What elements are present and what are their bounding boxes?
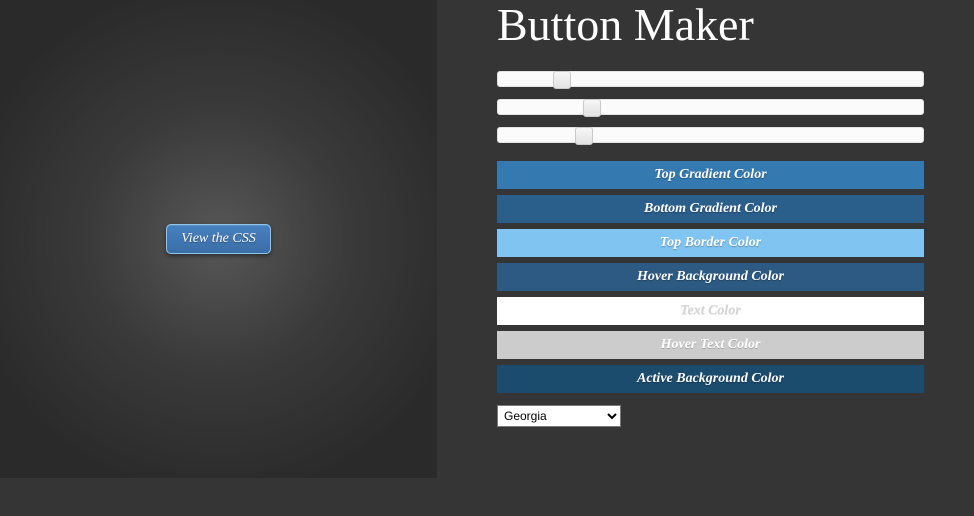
controls-pane: Button Maker Top Gradient Color Bottom G… [437, 0, 974, 516]
slider-3[interactable] [497, 127, 924, 143]
top-border-color-button[interactable]: Top Border Color [497, 229, 924, 257]
slider-3-handle[interactable] [575, 127, 593, 145]
slider-1[interactable] [497, 71, 924, 87]
active-background-color-button[interactable]: Active Background Color [497, 365, 924, 393]
preview-pane: View the CSS [0, 0, 437, 478]
preview-button[interactable]: View the CSS [166, 224, 270, 254]
hover-text-color-button[interactable]: Hover Text Color [497, 331, 924, 359]
text-color-button[interactable]: Text Color [497, 297, 924, 325]
slider-2-handle[interactable] [583, 99, 601, 117]
page-title: Button Maker [497, 0, 924, 51]
slider-2[interactable] [497, 99, 924, 115]
hover-background-color-button[interactable]: Hover Background Color [497, 263, 924, 291]
top-gradient-color-button[interactable]: Top Gradient Color [497, 161, 924, 189]
bottom-gradient-color-button[interactable]: Bottom Gradient Color [497, 195, 924, 223]
sliders-group [497, 71, 924, 143]
slider-1-handle[interactable] [553, 71, 571, 89]
font-family-select[interactable]: Georgia [497, 405, 621, 427]
color-buttons-group: Top Gradient Color Bottom Gradient Color… [497, 161, 924, 393]
